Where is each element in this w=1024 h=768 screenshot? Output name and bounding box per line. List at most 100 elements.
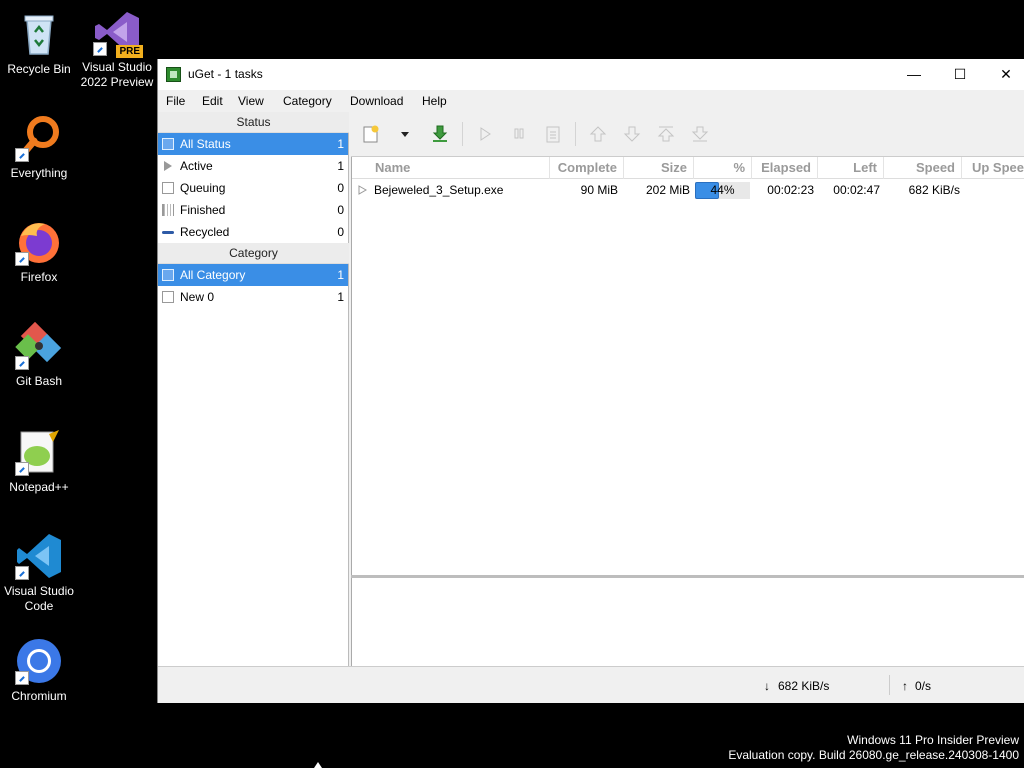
- row-name: Bejeweled_3_Setup.exe: [374, 183, 504, 197]
- row-elapsed: 00:02:23: [767, 183, 814, 197]
- menu-view[interactable]: View: [238, 94, 264, 108]
- table-row[interactable]: Bejeweled_3_Setup.exe 90 MiB 202 MiB 44%…: [352, 179, 1024, 201]
- sidebar-item-count: 1: [337, 137, 344, 151]
- row-progress-bar: 44%: [695, 182, 750, 199]
- toolbar: [351, 112, 1024, 157]
- window-title: uGet - 1 tasks: [188, 67, 263, 81]
- desktop-icon-visual-studio-2022-preview[interactable]: PRE Visual Studio 2022 Preview: [78, 8, 156, 90]
- sidebar-item-count: 1: [337, 159, 344, 173]
- menu-edit[interactable]: Edit: [202, 94, 223, 108]
- sidebar-item-all-category[interactable]: All Category 1: [158, 264, 348, 286]
- watermark-line-2: Evaluation copy. Build 26080.ge_release.…: [728, 748, 1019, 762]
- chromium-icon: [15, 637, 63, 685]
- sidebar-item-all-status[interactable]: All Status 1: [158, 133, 348, 155]
- menu-download[interactable]: Download: [350, 94, 403, 108]
- list-header: Name Complete Size % Elapsed Left Speed …: [352, 157, 1024, 179]
- desktop-icon-label: Visual Studio Code: [4, 584, 74, 613]
- desktop-icon-visual-studio-code[interactable]: Visual Studio Code: [0, 532, 78, 614]
- minimize-button[interactable]: —: [891, 59, 937, 90]
- pause-button[interactable]: [509, 124, 529, 144]
- sidebar-item-recycled[interactable]: Recycled 0: [158, 221, 348, 243]
- new-file-icon: [363, 125, 379, 143]
- start-button[interactable]: [475, 124, 495, 144]
- preview-badge: PRE: [116, 45, 143, 58]
- upload-arrow-icon: ↑: [902, 679, 908, 693]
- desktop-icon-firefox[interactable]: Firefox: [0, 218, 78, 285]
- desktop-icon-recycle-bin[interactable]: Recycle Bin: [0, 10, 78, 77]
- all-category-icon: [162, 269, 174, 281]
- download-list: Name Complete Size % Elapsed Left Speed …: [351, 157, 1024, 575]
- column-header-up-speed[interactable]: Up Spee: [962, 157, 1024, 179]
- menu-category[interactable]: Category: [283, 94, 332, 108]
- visual-studio-icon: PRE: [93, 8, 143, 58]
- vscode-icon: [15, 532, 63, 580]
- shortcut-arrow-icon: [15, 462, 29, 476]
- sidebar-item-finished[interactable]: Finished 0: [158, 199, 348, 221]
- notepad-plus-plus-icon: [15, 428, 63, 476]
- sidebar-item-queuing[interactable]: Queuing 0: [158, 177, 348, 199]
- column-header-complete[interactable]: Complete: [550, 157, 624, 179]
- desktop-icon-label: Everything: [10, 166, 68, 180]
- sidebar-item-label: All Status: [180, 137, 231, 151]
- toolbar-separator: [575, 122, 576, 146]
- column-header-size[interactable]: Size: [624, 157, 694, 179]
- sidebar-item-new-0[interactable]: New 0 1: [158, 286, 348, 308]
- finished-icon: [162, 204, 174, 216]
- play-icon: [164, 161, 172, 171]
- column-header-speed[interactable]: Speed: [884, 157, 962, 179]
- everything-search-icon: [15, 114, 63, 162]
- column-header-percent[interactable]: %: [694, 157, 752, 179]
- move-bottom-button[interactable]: [690, 124, 710, 144]
- sidebar-item-count: 1: [337, 268, 344, 282]
- status-separator: [889, 675, 890, 695]
- arrow-up-icon: [589, 126, 607, 142]
- desktop-icon-label: Recycle Bin: [7, 62, 71, 76]
- menu-bar: File Edit View Category Download Help: [158, 90, 1024, 112]
- desktop-icon-label: Visual Studio 2022 Preview: [80, 60, 154, 89]
- recycle-bin-icon: [15, 10, 63, 58]
- column-header-elapsed[interactable]: Elapsed: [752, 157, 818, 179]
- maximize-button[interactable]: ☐: [937, 59, 983, 90]
- sidebar-item-active[interactable]: Active 1: [158, 155, 348, 177]
- shortcut-arrow-icon: [93, 42, 107, 56]
- row-speed: 682 KiB/s: [908, 183, 960, 197]
- desktop-icon-label: Chromium: [11, 689, 67, 703]
- desktop-icon-chromium[interactable]: Chromium: [0, 637, 78, 704]
- properties-icon: [546, 126, 560, 143]
- all-status-icon: [162, 138, 174, 150]
- shortcut-arrow-icon: [15, 148, 29, 162]
- play-icon: [480, 127, 491, 141]
- sidebar-item-label: All Category: [180, 268, 246, 282]
- sidebar-item-count: 1: [337, 290, 344, 304]
- desktop-icon-label: Git Bash: [15, 374, 63, 388]
- properties-button[interactable]: [543, 124, 563, 144]
- sidebar-item-label: Active: [180, 159, 213, 173]
- arrow-down-icon: [623, 126, 641, 142]
- uget-window: uGet - 1 tasks — ☐ ✕ File Edit View Cate…: [157, 59, 1024, 703]
- move-down-button[interactable]: [622, 124, 642, 144]
- desktop-icon-git-bash[interactable]: Git Bash: [0, 321, 78, 389]
- details-pane: [351, 578, 1024, 666]
- row-left: 00:02:47: [833, 183, 880, 197]
- new-dropdown-button[interactable]: [395, 124, 415, 144]
- close-button[interactable]: ✕: [983, 59, 1024, 90]
- desktop-icon-notepad-plus-plus[interactable]: Notepad++: [0, 428, 78, 495]
- download-icon: [432, 125, 448, 142]
- arrow-top-icon: [657, 126, 675, 142]
- move-up-button[interactable]: [588, 124, 608, 144]
- desktop: Recycle Bin PRE Visual Studio 2022 Previ…: [0, 0, 1024, 768]
- upload-speed: 0/s: [915, 679, 932, 693]
- row-size: 202 MiB: [645, 183, 690, 197]
- column-header-left[interactable]: Left: [818, 157, 884, 179]
- menu-help[interactable]: Help: [422, 94, 447, 108]
- menu-file[interactable]: File: [166, 94, 185, 108]
- sidebar-item-label: Queuing: [180, 181, 226, 195]
- move-top-button[interactable]: [656, 124, 676, 144]
- desktop-icon-everything[interactable]: Everything: [0, 114, 78, 181]
- column-header-name[interactable]: Name: [369, 157, 550, 179]
- title-bar[interactable]: uGet - 1 tasks — ☐ ✕: [158, 59, 1024, 90]
- shortcut-arrow-icon: [15, 566, 29, 580]
- batch-download-button[interactable]: [430, 124, 450, 144]
- new-download-button[interactable]: [361, 124, 381, 144]
- windows-watermark: Windows 11 Pro Insider Preview Evaluatio…: [728, 733, 1019, 763]
